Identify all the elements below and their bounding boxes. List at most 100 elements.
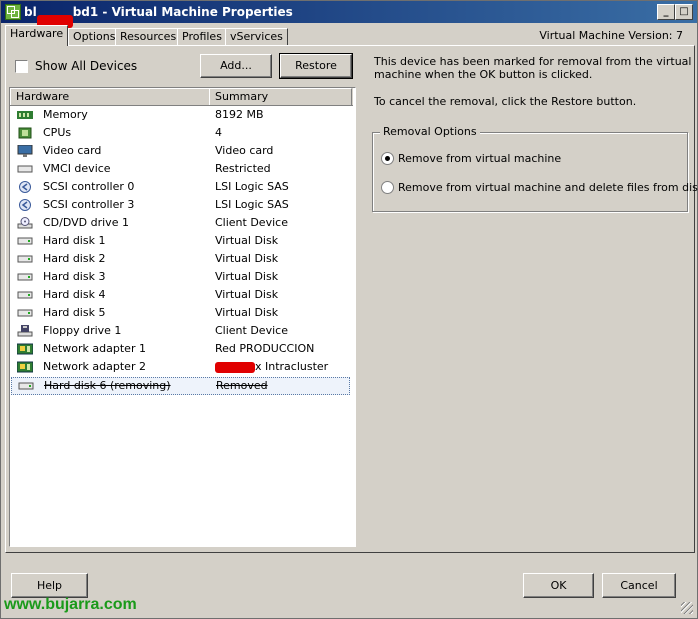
window-title-suffix: bd1 - Virtual Machine Properties	[72, 5, 293, 19]
cancel-button[interactable]: Cancel	[602, 573, 676, 598]
list-header: Hardware Summary	[10, 88, 353, 106]
radio-remove-from-vm-label[interactable]: Remove from virtual machine	[398, 152, 561, 165]
row-name: Hard disk 2	[43, 252, 106, 265]
help-button[interactable]: Help	[11, 573, 88, 598]
row-name: Network adapter 1	[43, 342, 146, 355]
show-all-devices-label: Show All Devices	[35, 59, 138, 73]
row-summary: x Intracluster	[215, 358, 328, 376]
vmci-device-icon	[17, 165, 33, 173]
removal-info-line-3: To cancel the removal, click the Restore…	[374, 95, 637, 108]
row-name: Hard disk 3	[43, 270, 106, 283]
row-summary: Virtual Disk	[215, 270, 279, 283]
tab-resources[interactable]: Resources	[115, 28, 182, 46]
removal-info-line-1: This device has been marked for removal …	[374, 55, 692, 68]
hard-disk-icon	[17, 237, 33, 245]
table-row[interactable]: Hard disk 1 Virtual Disk	[10, 232, 351, 250]
table-row[interactable]: Hard disk 5 Virtual Disk	[10, 304, 351, 322]
table-row-selected[interactable]: Hard disk 6 (removing) Removed	[11, 377, 350, 395]
row-name: Network adapter 2	[43, 360, 146, 373]
row-summary: Removed	[216, 379, 268, 392]
table-row[interactable]: Hard disk 3 Virtual Disk	[10, 268, 351, 286]
hard-disk-icon	[17, 309, 33, 317]
resize-grip-icon[interactable]	[681, 602, 693, 614]
scsi-controller-icon	[19, 181, 31, 193]
row-name: CD/DVD drive 1	[43, 216, 129, 229]
maximize-button[interactable]: □	[675, 4, 693, 20]
table-row[interactable]: Network adapter 1 Red PRODUCCION	[10, 340, 351, 358]
hard-disk-icon	[17, 255, 33, 263]
tab-profiles[interactable]: Profiles	[177, 28, 227, 46]
row-name: Hard disk 4	[43, 288, 106, 301]
row-name: SCSI controller 0	[43, 180, 135, 193]
tab-hardware[interactable]: Hardware	[5, 25, 69, 46]
row-summary: Client Device	[215, 216, 288, 229]
restore-button[interactable]: Restore	[279, 53, 353, 79]
minimize-button[interactable]: _	[657, 4, 675, 20]
table-row[interactable]: Network adapter 2 x Intracluster	[10, 358, 351, 376]
summary-redaction	[215, 361, 255, 373]
column-header-hardware[interactable]: Hardware	[10, 88, 210, 105]
removal-options-group: Removal Options Remove from virtual mach…	[372, 125, 698, 212]
cpu-icon	[18, 127, 32, 139]
title-bar: blbd1 - Virtual Machine Properties _ □ ×	[1, 1, 697, 28]
vm-version-label: Virtual Machine Version: 7	[539, 29, 683, 42]
monitor-icon	[17, 145, 33, 157]
table-row[interactable]: SCSI controller 3 LSI Logic SAS	[10, 196, 351, 214]
radio-remove-and-delete-label[interactable]: Remove from virtual machine and delete f…	[398, 181, 698, 194]
scsi-controller-icon	[19, 199, 31, 211]
window-title: bl bd1 - Virtual Machine Properties	[24, 5, 293, 28]
hardware-list: Hardware Summary Memory 8192 MB CPUs 4 V…	[9, 87, 356, 547]
row-summary: 8192 MB	[215, 108, 264, 121]
table-row[interactable]: SCSI controller 0 LSI Logic SAS	[10, 178, 351, 196]
row-name: Video card	[43, 144, 102, 157]
row-name: Hard disk 5	[43, 306, 106, 319]
network-adapter-icon	[17, 361, 33, 373]
network-adapter-icon	[17, 343, 33, 355]
row-summary: Virtual Disk	[215, 234, 279, 247]
radio-remove-from-vm[interactable]	[381, 152, 394, 165]
table-row[interactable]: Hard disk 4 Virtual Disk	[10, 286, 351, 304]
add-button[interactable]: Add...	[200, 54, 272, 78]
tab-vservices[interactable]: vServices	[225, 28, 288, 46]
row-summary: 4	[215, 126, 222, 139]
table-row[interactable]: VMCI device Restricted	[10, 160, 351, 178]
row-name: Floppy drive 1	[43, 324, 122, 337]
table-row[interactable]: Memory 8192 MB	[10, 106, 351, 124]
table-row[interactable]: CD/DVD drive 1 Client Device	[10, 214, 351, 232]
memory-icon	[17, 111, 33, 119]
row-name: VMCI device	[43, 162, 111, 175]
table-row[interactable]: Floppy drive 1 Client Device	[10, 322, 351, 340]
row-summary: Client Device	[215, 324, 288, 337]
table-row[interactable]: Video card Video card	[10, 142, 351, 160]
hard-disk-icon	[17, 273, 33, 281]
row-name: CPUs	[43, 126, 72, 139]
column-header-summary[interactable]: Summary	[209, 88, 352, 105]
watermark-text: www.bujarra.com	[4, 596, 137, 613]
window-title-prefix: bl	[24, 5, 37, 19]
row-name: SCSI controller 3	[43, 198, 135, 211]
row-summary: LSI Logic SAS	[215, 198, 289, 211]
row-summary: Virtual Disk	[215, 306, 279, 319]
row-summary-text: x Intracluster	[255, 360, 329, 373]
ok-button[interactable]: OK	[523, 573, 594, 598]
row-summary: Virtual Disk	[215, 288, 279, 301]
hard-disk-icon	[18, 382, 34, 390]
row-summary: Restricted	[215, 162, 271, 175]
row-summary: LSI Logic SAS	[215, 180, 289, 193]
checkbox-box[interactable]	[15, 60, 28, 73]
floppy-drive-icon	[17, 325, 33, 337]
row-summary: Video card	[215, 144, 274, 157]
removal-options-title: Removal Options	[380, 125, 480, 138]
row-name: Memory	[43, 108, 88, 121]
tab-options[interactable]: Options	[68, 28, 121, 46]
cd-dvd-drive-icon	[17, 217, 33, 229]
hard-disk-icon	[17, 291, 33, 299]
row-summary: Virtual Disk	[215, 252, 279, 265]
table-row[interactable]: Hard disk 2 Virtual Disk	[10, 250, 351, 268]
row-summary: Red PRODUCCION	[215, 342, 315, 355]
removal-info-line-2: machine when the OK button is clicked.	[374, 68, 593, 81]
table-row[interactable]: CPUs 4	[10, 124, 351, 142]
row-name: Hard disk 6 (removing)	[44, 379, 171, 392]
radio-remove-and-delete[interactable]	[381, 181, 394, 194]
row-name: Hard disk 1	[43, 234, 106, 247]
